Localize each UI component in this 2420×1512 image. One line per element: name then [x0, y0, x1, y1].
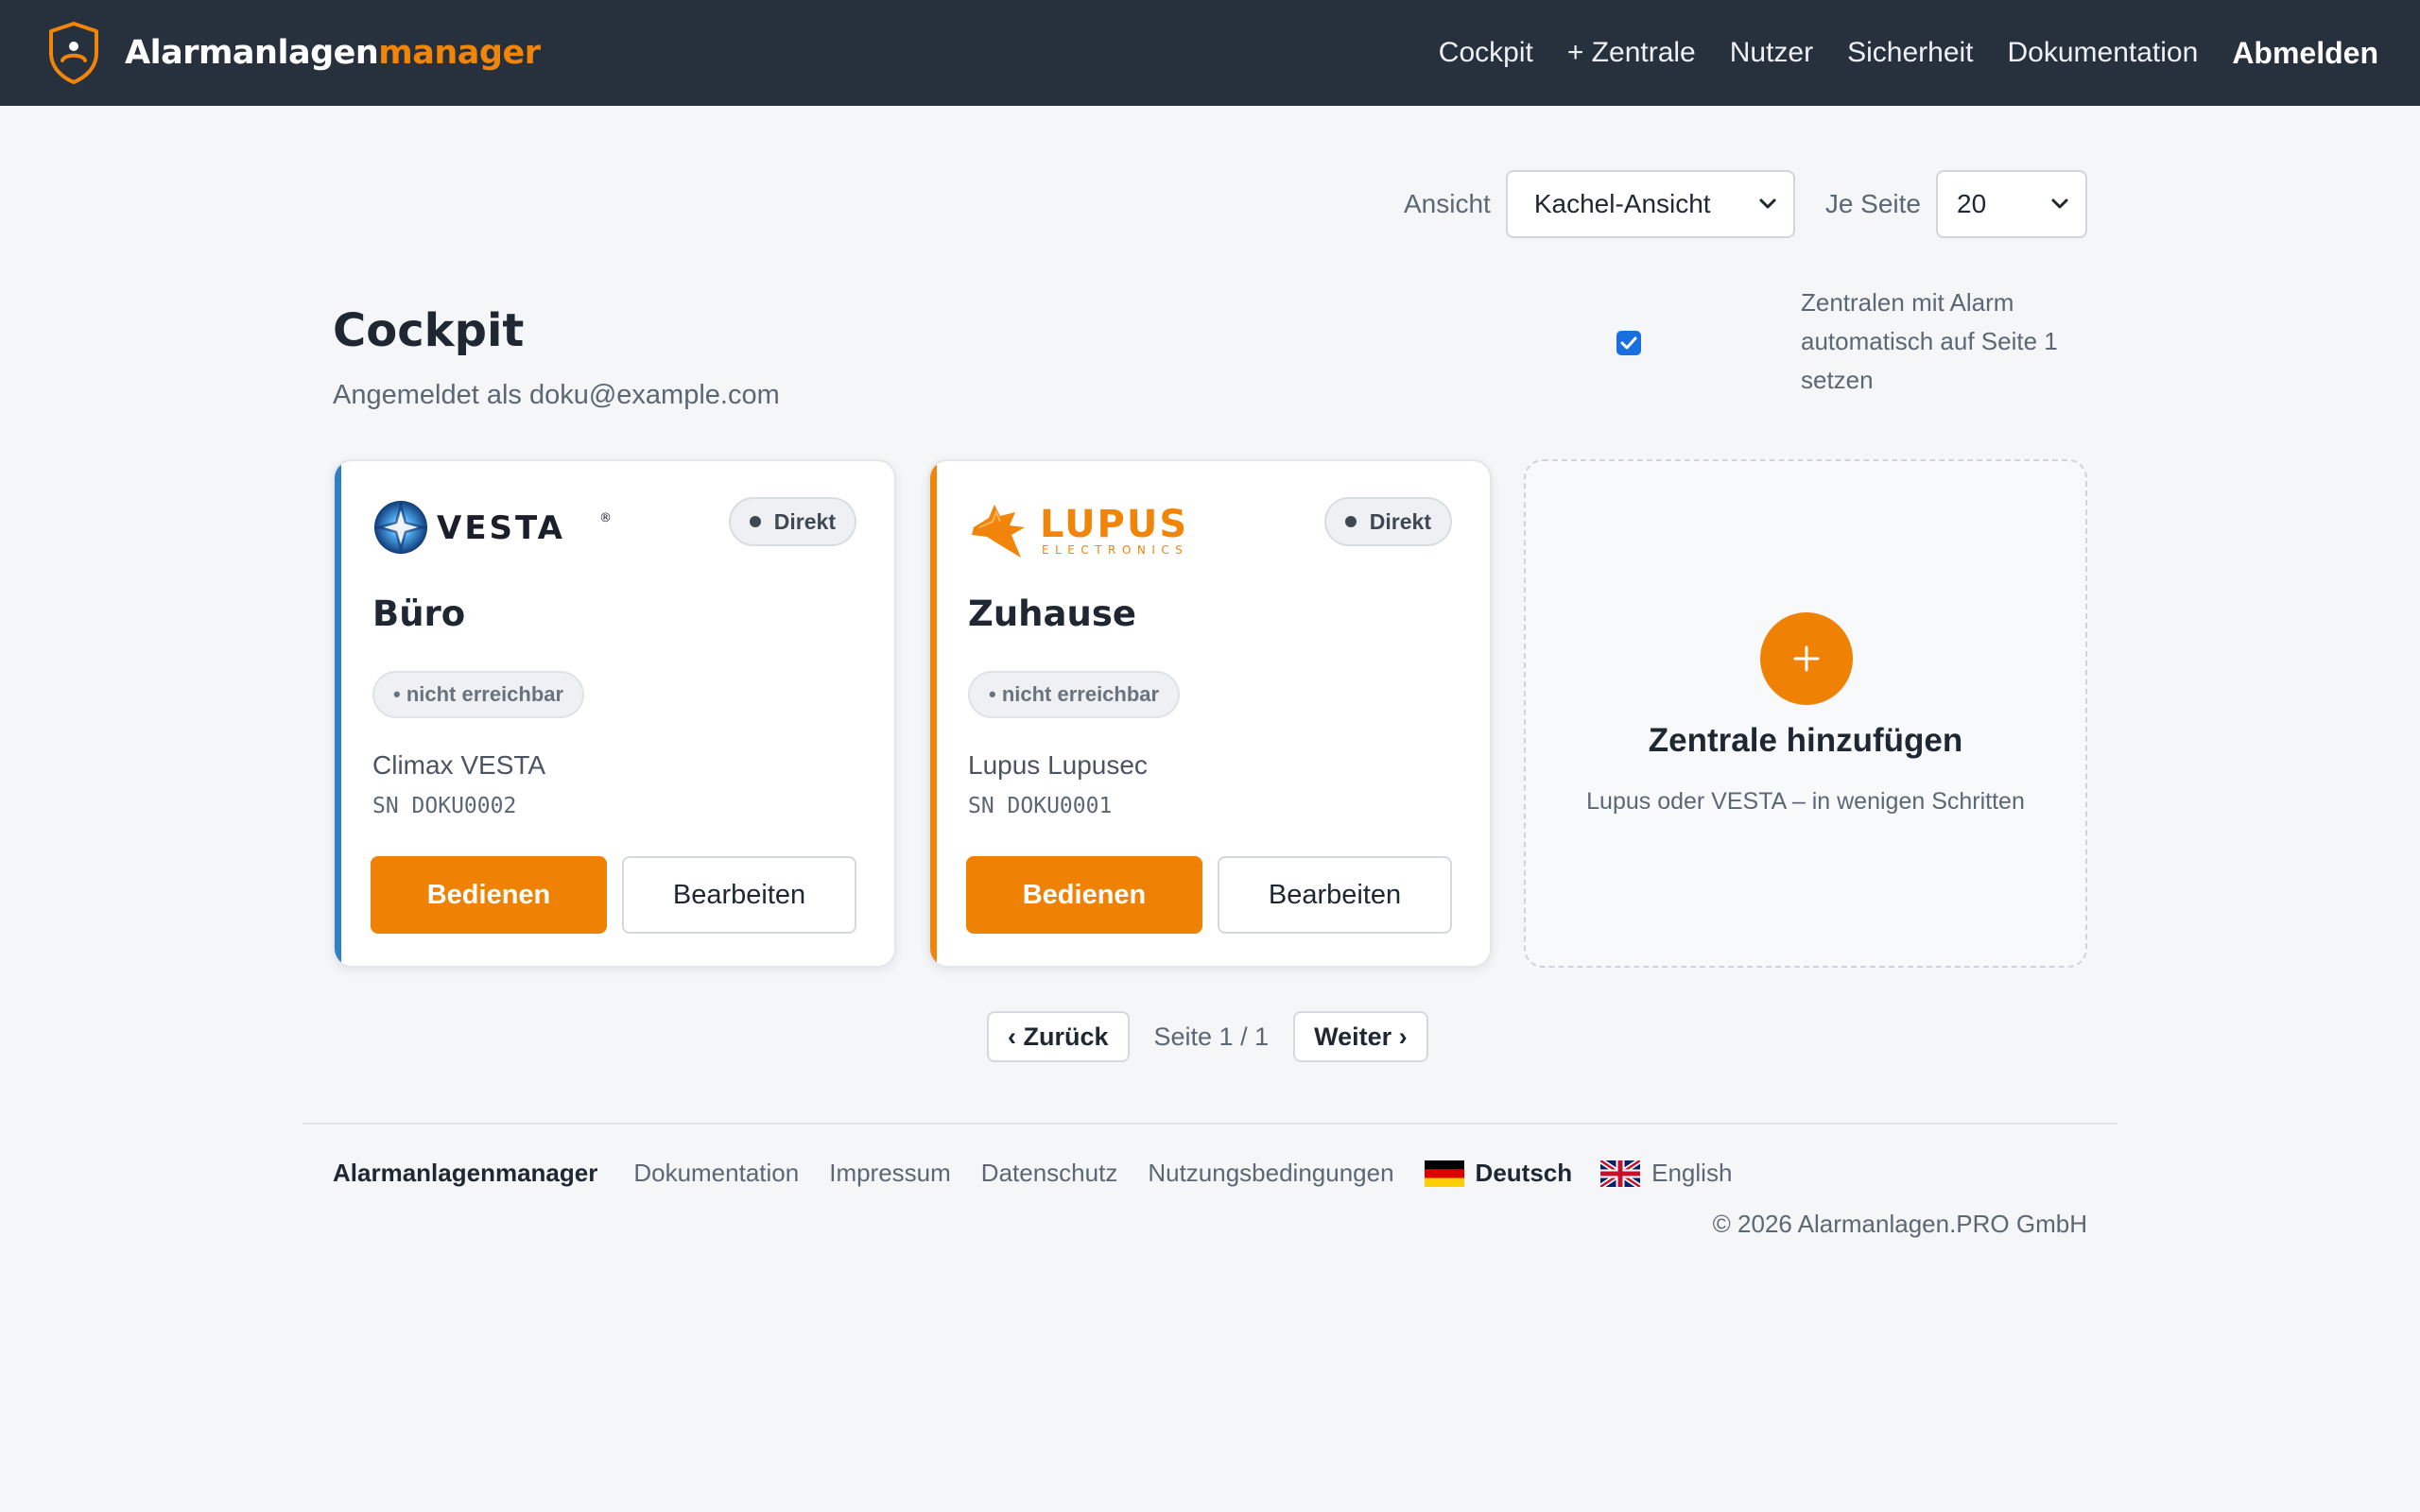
view-label: Ansicht	[1404, 189, 1491, 218]
logout-button[interactable]: Abmelden	[2232, 36, 2378, 71]
lupus-logo-subtext: ELECTRONICS	[1042, 543, 1188, 557]
chevron-down-icon	[1759, 198, 1776, 209]
page-title: Cockpit	[333, 304, 525, 357]
footer-link-privacy[interactable]: Datenschutz	[981, 1159, 1118, 1188]
prev-page-button[interactable]: ‹ Zurück	[987, 1011, 1130, 1062]
panel-card: LUPUS ELECTRONICS Direkt Zuhause • nicht…	[928, 459, 1492, 968]
status-dot-icon	[1344, 516, 1357, 527]
panel-model: Climax VESTA	[372, 750, 546, 780]
footer: Alarmanlagenmanager Dokumentation Impres…	[333, 1159, 1760, 1188]
footer-divider	[302, 1123, 2118, 1125]
language-en[interactable]: English	[1600, 1159, 1732, 1188]
logged-in-info: Angemeldet als doku@example.com	[333, 380, 780, 410]
lupus-logo: LUPUS ELECTRONICS	[968, 499, 1195, 566]
brand-name-primary: Alarmanlagen	[125, 34, 379, 72]
german-flag-icon	[1424, 1160, 1464, 1187]
view-select-value: Kachel-Ansicht	[1533, 189, 1711, 218]
language-de-label: Deutsch	[1475, 1159, 1573, 1187]
page-info: Seite 1 / 1	[1153, 1022, 1270, 1051]
add-circle	[1760, 612, 1853, 705]
edit-button[interactable]: Bearbeiten	[1218, 856, 1452, 934]
perpage-select[interactable]: 20	[1936, 170, 2087, 238]
language-de[interactable]: Deutsch	[1424, 1159, 1573, 1188]
perpage-label: Je Seite	[1824, 189, 1921, 218]
nav-link-users[interactable]: Nutzer	[1730, 37, 1813, 69]
vesta-logo-icon: VESTA ®	[374, 501, 612, 554]
pagination: ‹ Zurück Seite 1 / 1 Weiter ›	[987, 1011, 1428, 1062]
shield-logo-icon	[49, 22, 98, 84]
footer-link-imprint[interactable]: Impressum	[829, 1159, 951, 1188]
reachability-badge: • nicht erreichbar	[372, 671, 585, 718]
connection-badge-label: Direkt	[1369, 508, 1431, 534]
plus-icon	[1793, 645, 1820, 672]
language-en-label: English	[1651, 1159, 1733, 1187]
brand-name: Alarmanlagenmanager	[125, 34, 541, 72]
lupus-logo-icon: LUPUS ELECTRONICS	[972, 503, 1188, 558]
checkmark-icon	[1620, 336, 1637, 350]
add-panel-subtitle: Lupus oder VESTA – in wenigen Schritten	[1586, 788, 2025, 815]
brand[interactable]: Alarmanlagenmanager	[47, 21, 541, 85]
nav-link-security[interactable]: Sicherheit	[1847, 37, 1973, 69]
uk-flag-icon	[1600, 1160, 1641, 1187]
panel-card: VESTA ® Direkt Büro • nicht erreichbar C…	[333, 459, 896, 968]
lupus-logo-text: LUPUS	[1040, 503, 1188, 546]
nav-link-documentation[interactable]: Dokumentation	[2008, 37, 2199, 69]
status-dot-icon	[749, 516, 761, 527]
footer-link-terms[interactable]: Nutzungsbedingungen	[1148, 1159, 1393, 1188]
panel-name: Büro	[372, 593, 466, 634]
operate-button[interactable]: Bedienen	[371, 856, 607, 934]
panel-model: Lupus Lupusec	[968, 750, 1148, 780]
top-navbar: Alarmanlagenmanager Cockpit + Zentrale N…	[0, 0, 2420, 106]
alarm-first-label[interactable]: Zentralen mit Alarm automatisch auf Seit…	[1801, 284, 2094, 400]
brand-name-accent: manager	[378, 34, 541, 72]
card-accent-stripe	[930, 461, 937, 966]
connection-badge: Direkt	[1323, 497, 1452, 546]
operate-button[interactable]: Bedienen	[966, 856, 1202, 934]
nav-link-cockpit[interactable]: Cockpit	[1439, 37, 1533, 69]
reachability-badge: • nicht erreichbar	[968, 671, 1181, 718]
footer-brand: Alarmanlagenmanager	[333, 1159, 598, 1187]
vesta-logo: VESTA ®	[372, 499, 614, 560]
vesta-logo-text: VESTA	[437, 509, 565, 547]
footer-link-documentation[interactable]: Dokumentation	[633, 1159, 799, 1188]
nav-links: Cockpit + Zentrale Nutzer Sicherheit Dok…	[1405, 0, 2378, 106]
perpage-select-value: 20	[1957, 189, 1987, 218]
chevron-down-icon	[2051, 198, 2068, 209]
connection-badge-label: Direkt	[773, 508, 836, 534]
add-panel-card[interactable]: Zentrale hinzufügen Lupus oder VESTA – i…	[1524, 459, 2087, 968]
edit-button[interactable]: Bearbeiten	[622, 856, 856, 934]
copyright: © 2026 Alarmanlagen.PRO GmbH	[1712, 1210, 2087, 1238]
connection-badge: Direkt	[728, 497, 856, 546]
alarm-first-checkbox[interactable]	[1616, 331, 1641, 355]
card-accent-stripe	[335, 461, 341, 966]
view-controls: Ansicht Kachel-Ansicht Je Seite 20	[1404, 170, 2087, 238]
nav-link-add-panel[interactable]: + Zentrale	[1567, 37, 1696, 69]
next-page-button[interactable]: Weiter ›	[1293, 1011, 1428, 1062]
panel-serial: SN DOKU0001	[968, 794, 1113, 818]
panel-serial: SN DOKU0002	[372, 794, 517, 818]
add-panel-title: Zentrale hinzufügen	[1648, 722, 1963, 759]
panel-name: Zuhause	[968, 593, 1136, 634]
svg-text:®: ®	[599, 511, 612, 525]
view-select[interactable]: Kachel-Ansicht	[1505, 170, 1795, 238]
